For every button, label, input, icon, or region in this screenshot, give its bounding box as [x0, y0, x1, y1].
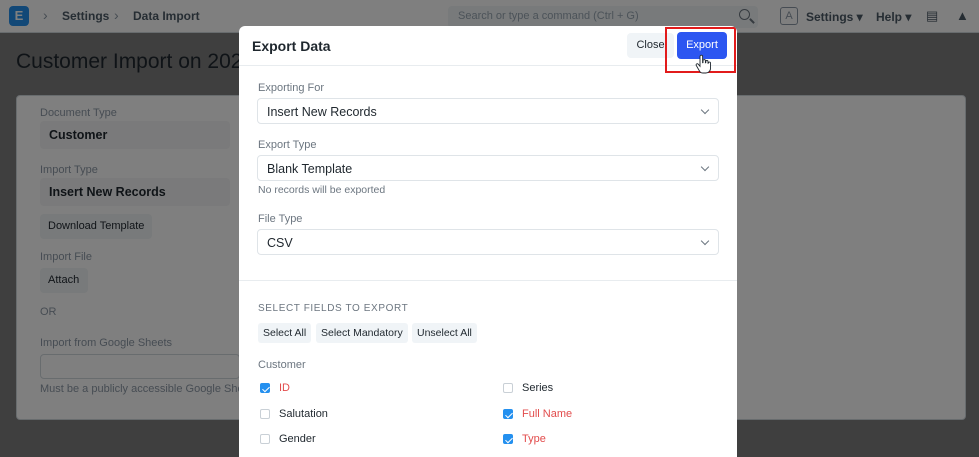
chevron-down-icon: [700, 105, 710, 115]
dialog-title: Export Data: [252, 38, 331, 54]
exporting-for-label: Exporting For: [258, 82, 325, 94]
select-all-button[interactable]: Select All: [258, 323, 312, 343]
chevron-down-icon: [700, 236, 710, 246]
exporting-for-value: Insert New Records: [267, 105, 377, 119]
export-type-value: Blank Template: [267, 162, 353, 176]
section-divider: [239, 280, 737, 281]
file-type-value: CSV: [267, 236, 293, 250]
checkbox[interactable]: [260, 409, 270, 419]
checkbox[interactable]: [260, 434, 270, 444]
checkbox[interactable]: [503, 383, 513, 393]
file-type-select[interactable]: CSV: [257, 229, 719, 255]
select-fields-heading: SELECT FIELDS TO EXPORT: [258, 303, 409, 314]
export-data-dialog: Export Data Close Export Exporting For I…: [239, 26, 737, 457]
file-type-label: File Type: [258, 213, 303, 225]
checkbox[interactable]: [503, 409, 513, 419]
select-mandatory-button[interactable]: Select Mandatory: [316, 323, 408, 343]
field-label: Gender: [279, 433, 316, 445]
checkbox[interactable]: [503, 434, 513, 444]
export-type-help: No records will be exported: [258, 184, 386, 196]
export-type-label: Export Type: [258, 139, 317, 151]
field-group-label: Customer: [258, 359, 306, 371]
chevron-down-icon: [700, 162, 710, 172]
field-label: Salutation: [279, 408, 328, 420]
field-label: Series: [522, 382, 554, 394]
field-label: ID: [279, 382, 290, 394]
export-type-select[interactable]: Blank Template: [257, 155, 719, 181]
unselect-all-button[interactable]: Unselect All: [412, 323, 477, 343]
dialog-header: Export Data Close Export: [239, 26, 737, 66]
hand-cursor-icon: [695, 54, 711, 74]
field-label: Full Name: [522, 408, 573, 420]
checkbox[interactable]: [260, 383, 270, 393]
field-label: Type: [522, 433, 546, 445]
exporting-for-select[interactable]: Insert New Records: [257, 98, 719, 124]
